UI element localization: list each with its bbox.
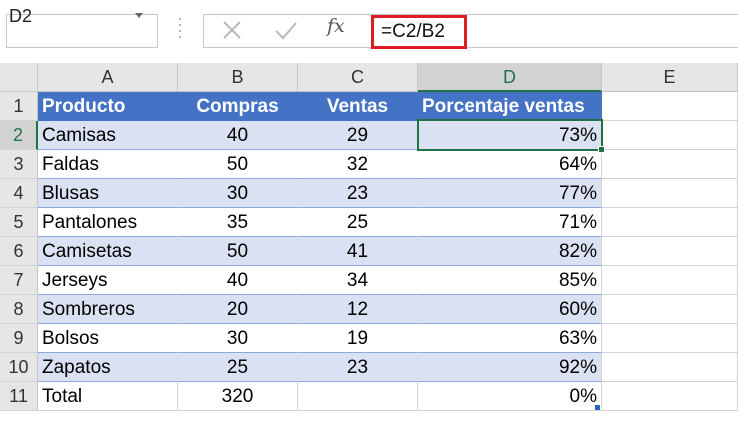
row-header-5[interactable]: 5	[0, 208, 38, 237]
cell-c2[interactable]: 29	[298, 121, 418, 150]
cell-a9[interactable]: Bolsos	[38, 324, 178, 353]
column-header-b[interactable]: B	[178, 63, 298, 92]
cell-a6[interactable]: Camisetas	[38, 237, 178, 266]
cell-c11[interactable]	[298, 382, 418, 411]
cell-d2[interactable]: 73%	[418, 121, 602, 150]
row-header-1[interactable]: 1	[0, 92, 38, 121]
fill-handle[interactable]	[598, 146, 605, 153]
cell-e10[interactable]	[602, 353, 738, 382]
cell-b11[interactable]: 320	[178, 382, 298, 411]
row-header-3[interactable]: 3	[0, 150, 38, 179]
column-header-a[interactable]: A	[38, 63, 178, 92]
select-all-corner[interactable]	[0, 63, 38, 92]
row-header-7[interactable]: 7	[0, 266, 38, 295]
cell-d1[interactable]: Porcentaje ventas	[418, 92, 602, 121]
row-header-2[interactable]: 2	[0, 121, 38, 150]
column-header-d[interactable]: D	[418, 63, 602, 92]
cell-d5[interactable]: 71%	[418, 208, 602, 237]
autofill-marker	[595, 405, 600, 410]
cell-b1[interactable]: Compras	[178, 92, 298, 121]
cell-e3[interactable]	[602, 150, 738, 179]
cell-b6[interactable]: 50	[178, 237, 298, 266]
row-header-10[interactable]: 10	[0, 353, 38, 382]
cell-a8[interactable]: Sombreros	[38, 295, 178, 324]
cell-e4[interactable]	[602, 179, 738, 208]
column-header-c[interactable]: C	[298, 63, 418, 92]
cell-c5[interactable]: 25	[298, 208, 418, 237]
cell-c7[interactable]: 34	[298, 266, 418, 295]
cell-e1[interactable]	[602, 92, 738, 121]
cell-b9[interactable]: 30	[178, 324, 298, 353]
cell-c9[interactable]: 19	[298, 324, 418, 353]
cell-b4[interactable]: 30	[178, 179, 298, 208]
cell-c4[interactable]: 23	[298, 179, 418, 208]
cell-c3[interactable]: 32	[298, 150, 418, 179]
cell-a10[interactable]: Zapatos	[38, 353, 178, 382]
cell-d3[interactable]: 64%	[418, 150, 602, 179]
insert-function-button[interactable]: fx	[327, 15, 345, 37]
cell-b7[interactable]: 40	[178, 266, 298, 295]
cell-d10[interactable]: 92%	[418, 353, 602, 382]
cell-d8[interactable]: 60%	[418, 295, 602, 324]
cell-e6[interactable]	[602, 237, 738, 266]
cell-b5[interactable]: 35	[178, 208, 298, 237]
cell-e8[interactable]	[602, 295, 738, 324]
cell-b8[interactable]: 20	[178, 295, 298, 324]
formula-text[interactable]: =C2/B2	[381, 21, 445, 43]
name-box-value: D2	[9, 6, 33, 26]
cell-a4[interactable]: Blusas	[38, 179, 178, 208]
cell-e9[interactable]	[602, 324, 738, 353]
cell-d7[interactable]: 85%	[418, 266, 602, 295]
cell-a1[interactable]: Producto	[38, 92, 178, 121]
row-header-6[interactable]: 6	[0, 237, 38, 266]
cell-d4[interactable]: 77%	[418, 179, 602, 208]
cell-a7[interactable]: Jerseys	[38, 266, 178, 295]
cell-a3[interactable]: Faldas	[38, 150, 178, 179]
cell-b2[interactable]: 40	[178, 121, 298, 150]
cell-d9[interactable]: 63%	[418, 324, 602, 353]
cell-c8[interactable]: 12	[298, 295, 418, 324]
cell-d6[interactable]: 82%	[418, 237, 602, 266]
row-header-11[interactable]: 11	[0, 382, 38, 411]
chevron-down-icon[interactable]	[135, 13, 143, 18]
cell-a11[interactable]: Total	[38, 382, 178, 411]
cell-a2[interactable]: Camisas	[38, 121, 178, 150]
cell-a5[interactable]: Pantalones	[38, 208, 178, 237]
column-header-e[interactable]: E	[602, 63, 738, 92]
cell-e2[interactable]	[602, 121, 738, 150]
cell-c6[interactable]: 41	[298, 237, 418, 266]
cell-d11[interactable]: 0%	[418, 382, 602, 411]
x-icon[interactable]	[220, 17, 244, 43]
cell-c1[interactable]: Ventas	[298, 92, 418, 121]
cell-b3[interactable]: 50	[178, 150, 298, 179]
row-header-4[interactable]: 4	[0, 179, 38, 208]
cell-e7[interactable]	[602, 266, 738, 295]
cell-c10[interactable]: 23	[298, 353, 418, 382]
cell-b10[interactable]: 25	[178, 353, 298, 382]
checkmark-icon[interactable]	[273, 17, 299, 43]
resize-grip-icon[interactable]	[178, 18, 182, 44]
row-header-8[interactable]: 8	[0, 295, 38, 324]
cell-e5[interactable]	[602, 208, 738, 237]
row-header-9[interactable]: 9	[0, 324, 38, 353]
cell-e11[interactable]	[602, 382, 738, 411]
